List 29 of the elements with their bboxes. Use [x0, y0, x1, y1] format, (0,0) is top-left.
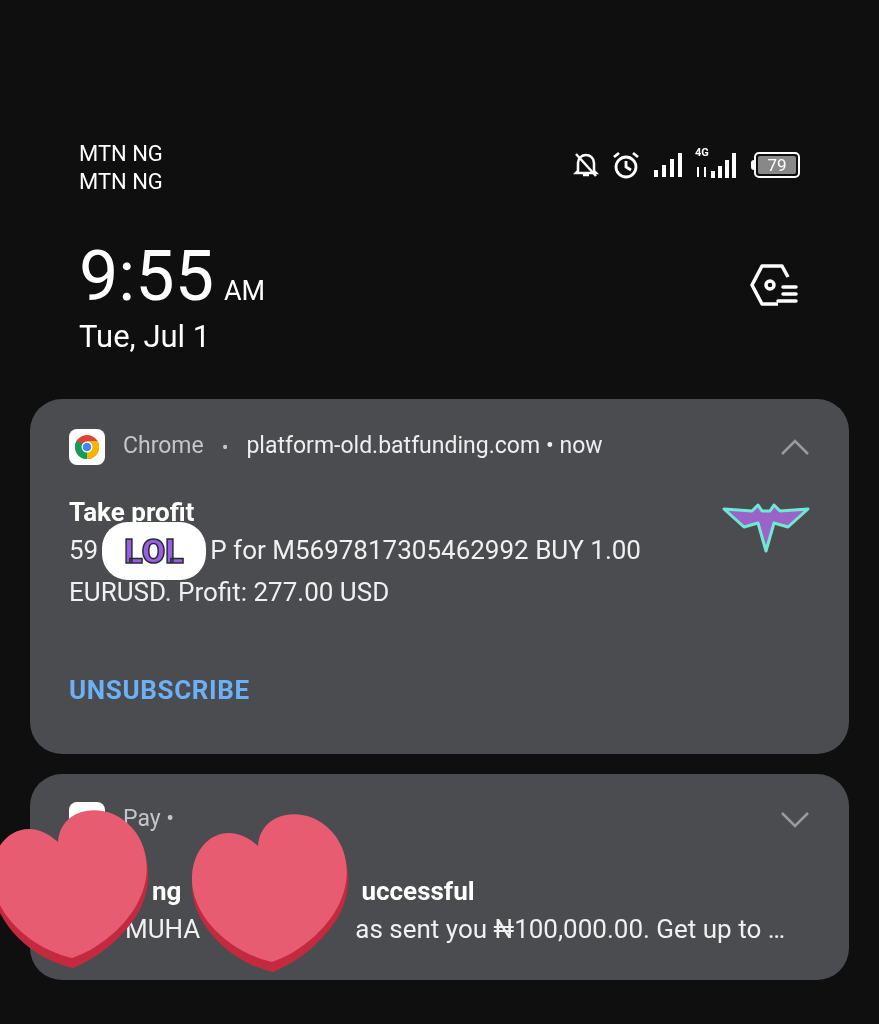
carrier-name: MTN NG	[79, 168, 163, 196]
separator-dot: •	[221, 433, 229, 461]
notification-text: as sent you ₦100,000.00. Get up to …	[355, 912, 786, 946]
app-name: Chrome	[123, 431, 204, 462]
notification-text: 59	[69, 533, 99, 567]
carrier-name: MTN NG	[79, 140, 163, 168]
notification-text: P for M5697817305462992 BUY 1.00	[210, 533, 641, 567]
chevron-up-icon[interactable]	[780, 437, 810, 456]
app-name: Pay •	[123, 804, 175, 835]
sticker-text: LOL	[124, 534, 184, 568]
notification-time: • now	[546, 431, 603, 462]
notification-title: ng	[152, 874, 182, 908]
notification-title: uccessful	[361, 874, 475, 908]
clock-am-pm: AM	[224, 274, 266, 309]
bell-off-icon	[573, 151, 599, 179]
notification-source: platform-old.batfunding.com	[246, 431, 541, 462]
signal-icon	[653, 152, 683, 178]
date: Tue, Jul 1	[79, 317, 212, 357]
clock-time: 9:55	[79, 240, 214, 312]
battery-level: 79	[767, 156, 787, 174]
alarm-clock-icon	[611, 150, 641, 180]
network-type: 4G	[695, 147, 709, 158]
unsubscribe-button[interactable]: UNSUBSCRIBE	[69, 670, 250, 710]
notification-text: MUHA	[125, 912, 201, 946]
notification-text: EURUSD. Profit: 277.00 USD	[69, 575, 390, 609]
chevron-down-icon[interactable]	[780, 810, 810, 829]
settings-icon[interactable]	[750, 263, 800, 308]
chrome-app-icon	[69, 428, 105, 465]
notification-title: Take profit	[69, 495, 195, 529]
